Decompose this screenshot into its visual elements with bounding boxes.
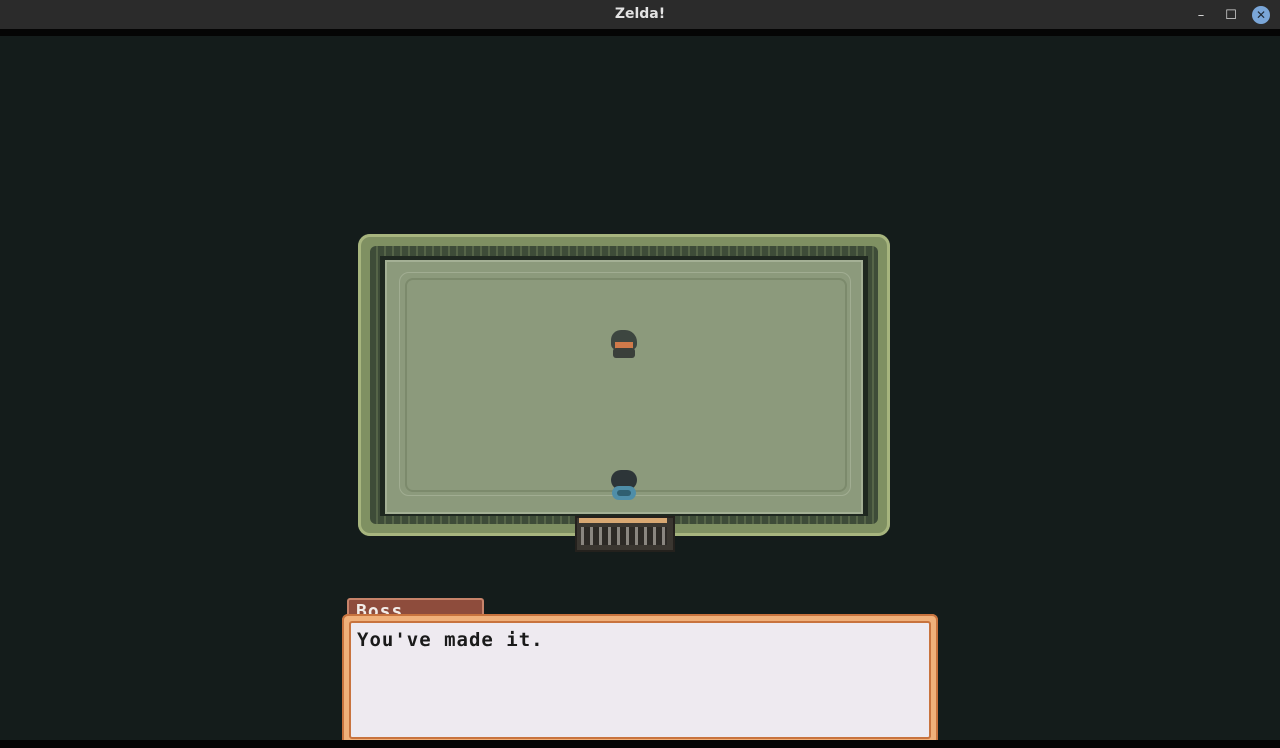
bottom-letterbox xyxy=(0,740,1280,748)
dialog-panel: You've made it. xyxy=(349,621,931,739)
boss-body xyxy=(613,348,635,358)
window-titlebar: Zelda! – ☐ ✕ xyxy=(0,0,1280,29)
close-button[interactable]: ✕ xyxy=(1250,4,1272,26)
door-lintel xyxy=(579,518,667,523)
dialog-box[interactable]: You've made it. xyxy=(342,614,938,746)
room-door xyxy=(575,516,675,552)
door-bars xyxy=(581,527,667,545)
player-sprite xyxy=(607,468,641,502)
close-icon: ✕ xyxy=(1252,6,1270,24)
player-body-detail xyxy=(617,490,631,496)
top-letterbox xyxy=(0,29,1280,36)
minimize-icon[interactable]: – xyxy=(1190,4,1212,26)
dialog-text: You've made it. xyxy=(357,629,544,651)
boss-sprite xyxy=(607,326,641,360)
maximize-icon[interactable]: ☐ xyxy=(1220,4,1242,26)
floor-border-inner xyxy=(405,278,847,492)
window-title: Zelda! xyxy=(614,6,666,22)
game-canvas[interactable]: Boss You've made it. xyxy=(0,36,1280,746)
